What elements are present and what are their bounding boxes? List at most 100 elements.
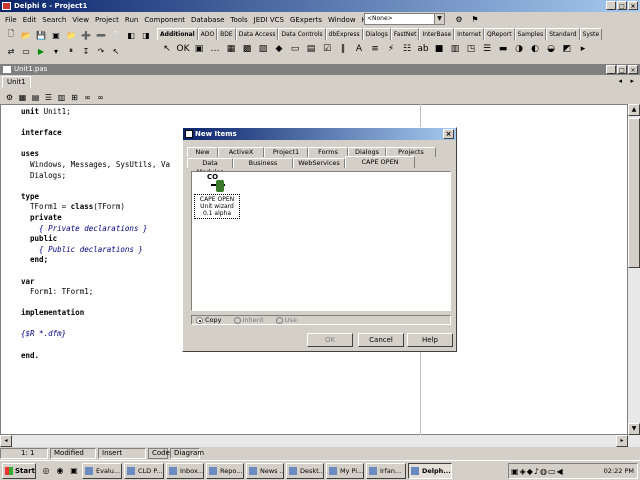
minimize-button[interactable]: _ bbox=[606, 1, 616, 10]
scroll-right-icon[interactable]: ▸ bbox=[616, 435, 628, 447]
tab-data-access[interactable]: Data Access bbox=[235, 28, 279, 40]
controlbar-icon[interactable]: ≡ bbox=[368, 42, 382, 56]
drawgrid-icon[interactable]: ▩ bbox=[240, 42, 254, 56]
tab-additional[interactable]: Additional bbox=[157, 28, 198, 40]
valuelisteditor-icon[interactable]: ☷ bbox=[400, 42, 414, 56]
link-icon[interactable]: ∞ bbox=[82, 92, 93, 103]
tray-music-icon[interactable]: ♪ bbox=[534, 467, 539, 476]
chevron-down-icon[interactable]: ▼ bbox=[434, 14, 444, 24]
editor-minimize-button[interactable]: _ bbox=[606, 65, 616, 74]
menu-database[interactable]: Database bbox=[188, 16, 227, 24]
help-button[interactable]: Help bbox=[407, 333, 453, 347]
view-form-icon[interactable]: ◨ bbox=[139, 29, 153, 41]
set-debug-desktop-icon[interactable]: ⚑ bbox=[468, 13, 482, 25]
menu-view[interactable]: View bbox=[69, 16, 92, 24]
remove-file-icon[interactable]: ➖ bbox=[94, 29, 108, 41]
tray-network-icon[interactable]: ◈ bbox=[520, 467, 526, 476]
horizontal-scrollbar[interactable]: ◂ ▸ bbox=[0, 435, 640, 447]
trace-into-icon[interactable]: ↧ bbox=[79, 45, 93, 57]
taskbar-button[interactable]: Repo... bbox=[206, 462, 244, 479]
editor-maximize-button[interactable]: □ bbox=[617, 65, 627, 74]
main-title-bar[interactable]: Delphi 6 - Project1 _ □ × bbox=[0, 0, 640, 12]
dialog-tab-activex[interactable]: ActiveX bbox=[218, 147, 264, 157]
new-form-icon[interactable]: ▭ bbox=[19, 45, 33, 57]
shape-icon[interactable]: ◆ bbox=[272, 42, 286, 56]
maskedit-icon[interactable]: … bbox=[208, 42, 222, 56]
tray-app-icon[interactable]: ▣ bbox=[511, 467, 519, 476]
taskbar-button[interactable]: News ... bbox=[246, 462, 284, 479]
taskbar-button[interactable]: Inbox... bbox=[166, 462, 204, 479]
dialog-close-button[interactable]: × bbox=[443, 129, 454, 139]
dialog-tab-forms[interactable]: Forms bbox=[308, 147, 348, 157]
scrollbox-icon[interactable]: ▤ bbox=[304, 42, 318, 56]
glasses-icon[interactable]: ∞ bbox=[95, 92, 106, 103]
stringgrid-icon[interactable]: ▦ bbox=[224, 42, 238, 56]
pause-icon[interactable]: ⏸ bbox=[64, 45, 78, 57]
step-over-icon[interactable]: ↷ bbox=[94, 45, 108, 57]
tab-standard[interactable]: Standard bbox=[546, 28, 580, 40]
vertical-scroll-thumb[interactable] bbox=[628, 118, 640, 268]
pointer-icon[interactable]: ↖ bbox=[109, 45, 123, 57]
scroll-left-icon[interactable]: ◂ bbox=[0, 435, 12, 447]
statictext-icon[interactable]: A bbox=[352, 42, 366, 56]
chart-icon[interactable]: ▥ bbox=[448, 42, 462, 56]
tab-scroll-left-icon[interactable]: ◂ bbox=[618, 77, 622, 85]
menu-window[interactable]: Window bbox=[325, 16, 359, 24]
taskbar-button[interactable]: My Pi... bbox=[326, 462, 364, 479]
cancel-button[interactable]: Cancel bbox=[358, 333, 404, 347]
pointer-arrow-icon[interactable]: ↖ bbox=[160, 42, 174, 56]
editor-close-button[interactable]: × bbox=[628, 65, 638, 74]
grid-icon[interactable]: ▦ bbox=[17, 92, 28, 103]
run-icon[interactable]: ▶ bbox=[34, 45, 48, 57]
close-button[interactable]: × bbox=[628, 1, 638, 10]
tab-qreport[interactable]: QReport bbox=[483, 28, 515, 40]
taskbar-button[interactable]: Deskt... bbox=[286, 462, 324, 479]
dialog-tab-webservices[interactable]: WebServices bbox=[293, 158, 345, 168]
tab-fastnet[interactable]: FastNet bbox=[390, 28, 420, 40]
actiontoolbar-icon[interactable]: ▬ bbox=[496, 42, 510, 56]
taskbar-button[interactable]: Irfan... bbox=[366, 462, 406, 479]
splitter-icon[interactable]: ‖ bbox=[336, 42, 350, 56]
xpcolormap-icon[interactable]: ◑ bbox=[512, 42, 526, 56]
colorbox-icon[interactable]: ■ bbox=[432, 42, 446, 56]
tab-unit1[interactable]: Unit1 bbox=[2, 76, 31, 88]
tab-data-controls[interactable]: Data Controls bbox=[278, 28, 326, 40]
help-icon[interactable]: ❔ bbox=[109, 29, 123, 41]
new-icon[interactable]: 🗋 bbox=[4, 29, 18, 41]
menu-edit[interactable]: Edit bbox=[20, 16, 40, 24]
desktop-layout-combo[interactable]: <None> ▼ bbox=[364, 13, 445, 25]
save-desktop-icon[interactable]: ⚙ bbox=[452, 13, 466, 25]
menu-component[interactable]: Component bbox=[141, 16, 188, 24]
browser-icon[interactable]: ◉ bbox=[54, 465, 66, 477]
radio-inherit[interactable]: Inherit bbox=[233, 316, 264, 324]
actionmainmenubar-icon[interactable]: ☰ bbox=[480, 42, 494, 56]
customizedlg-icon[interactable]: ◩ bbox=[560, 42, 574, 56]
open-icon[interactable]: 📂 bbox=[19, 29, 33, 41]
dialog-tab-business[interactable]: Business bbox=[233, 158, 293, 168]
palette-scroll-right-icon[interactable]: ▸ bbox=[576, 42, 590, 56]
view-unit-icon[interactable]: ◧ bbox=[124, 29, 138, 41]
scroll-up-icon[interactable]: ▲ bbox=[628, 104, 640, 116]
dialog-tab-cape-open[interactable]: CAPE OPEN bbox=[345, 156, 415, 168]
dialog-tab-new[interactable]: New bbox=[187, 147, 218, 157]
tab-scroll-right-icon[interactable]: ▸ bbox=[630, 77, 634, 85]
menu-gexperts[interactable]: GExperts bbox=[287, 16, 325, 24]
save-icon[interactable]: 💾 bbox=[34, 29, 48, 41]
dropdown-arrow-icon[interactable]: ▾ bbox=[49, 45, 63, 57]
menu-tools[interactable]: Tools bbox=[227, 16, 250, 24]
tab-samples[interactable]: Samples bbox=[514, 28, 547, 40]
labelededit-icon[interactable]: ab bbox=[416, 42, 430, 56]
toggle-form-unit-icon[interactable]: ⇄ bbox=[4, 45, 18, 57]
vertical-scrollbar[interactable]: ▲ ▼ bbox=[628, 104, 640, 435]
tree-icon[interactable]: ⊞ bbox=[69, 92, 80, 103]
ok-button[interactable]: OK bbox=[307, 333, 353, 347]
tray-globe-icon[interactable]: ◍ bbox=[540, 467, 547, 476]
cape-open-wizard-item[interactable]: CO CAPE OPEN Unit wizard 0.1 alpha bbox=[194, 174, 240, 222]
applicationevents-icon[interactable]: ⚡ bbox=[384, 42, 398, 56]
dialog-title-bar[interactable]: New Items × bbox=[183, 128, 456, 140]
menu-jedi-vcs[interactable]: JEDI VCS bbox=[251, 16, 287, 24]
standardcolormap-icon[interactable]: ◐ bbox=[528, 42, 542, 56]
speedbutton-icon[interactable]: ▣ bbox=[192, 42, 206, 56]
tab-syste[interactable]: Syste bbox=[579, 28, 603, 40]
tab-diagram[interactable]: Diagram bbox=[170, 448, 204, 459]
